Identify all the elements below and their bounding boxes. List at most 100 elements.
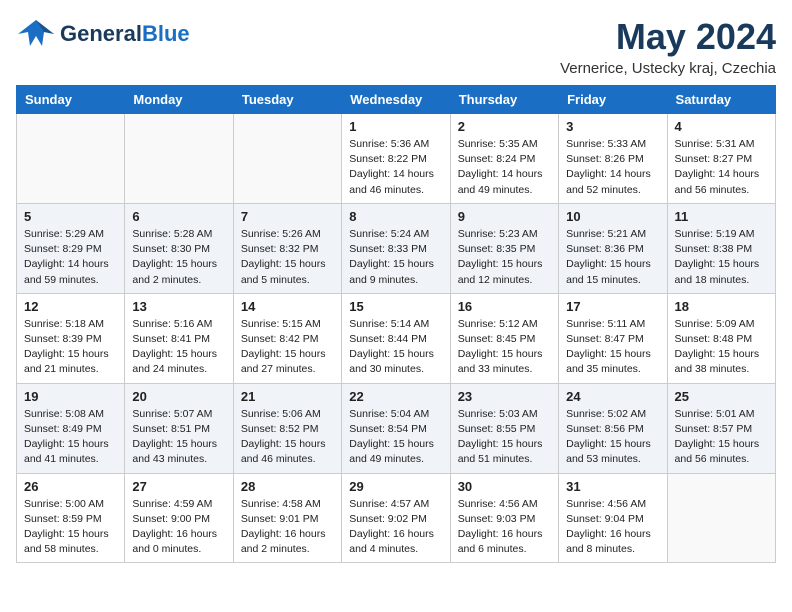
day-number: 2 — [458, 119, 551, 134]
calendar-cell: 21 Sunrise: 5:06 AM Sunset: 8:52 PM Dayli… — [233, 383, 341, 473]
day-info: Sunrise: 5:35 AM Sunset: 8:24 PM Dayligh… — [458, 137, 551, 198]
calendar-cell: 11Sunrise: 5:19 AM Sunset: 8:38 PM Dayli… — [667, 203, 775, 293]
day-info: Sunrise: 5:19 AM Sunset: 8:38 PM Dayligh… — [675, 227, 768, 288]
day-info: Sunrise: 5:06 AM Sunset: 8:52 PM Dayligh… — [241, 407, 334, 468]
calendar-cell — [233, 114, 341, 204]
day-number: 21 — [241, 389, 334, 404]
logo-bird-icon — [16, 16, 56, 52]
day-info: Sunrise: 5:15 AM Sunset: 8:42 PM Dayligh… — [241, 317, 334, 378]
day-info: Sunrise: 5:14 AM Sunset: 8:44 PM Dayligh… — [349, 317, 442, 378]
calendar-cell: 7 Sunrise: 5:26 AM Sunset: 8:32 PM Daylig… — [233, 203, 341, 293]
day-info: Sunrise: 5:12 AM Sunset: 8:45 PM Dayligh… — [458, 317, 551, 378]
day-number: 22 — [349, 389, 442, 404]
day-number: 29 — [349, 479, 442, 494]
day-number: 14 — [241, 299, 334, 314]
day-info: Sunrise: 4:56 AM Sunset: 9:03 PM Dayligh… — [458, 497, 551, 558]
day-number: 23 — [458, 389, 551, 404]
day-info: Sunrise: 5:18 AM Sunset: 8:39 PM Dayligh… — [24, 317, 117, 378]
calendar-week-row: 19 Sunrise: 5:08 AM Sunset: 8:49 PM Dayli… — [17, 383, 776, 473]
day-info: Sunrise: 5:07 AM Sunset: 8:51 PM Dayligh… — [132, 407, 225, 468]
calendar-cell: 14 Sunrise: 5:15 AM Sunset: 8:42 PM Dayli… — [233, 293, 341, 383]
day-number: 9 — [458, 209, 551, 224]
calendar-week-row: 1 Sunrise: 5:36 AM Sunset: 8:22 PM Daylig… — [17, 114, 776, 204]
day-number: 24 — [566, 389, 659, 404]
day-info: Sunrise: 5:31 AM Sunset: 8:27 PM Dayligh… — [675, 137, 768, 198]
day-number: 5 — [24, 209, 117, 224]
day-number: 3 — [566, 119, 659, 134]
calendar-cell: 8 Sunrise: 5:24 AM Sunset: 8:33 PM Daylig… — [342, 203, 450, 293]
day-number: 13 — [132, 299, 225, 314]
day-info: Sunrise: 5:21 AM Sunset: 8:36 PM Dayligh… — [566, 227, 659, 288]
logo-general-text: General — [60, 21, 142, 47]
calendar-cell: 2 Sunrise: 5:35 AM Sunset: 8:24 PM Daylig… — [450, 114, 558, 204]
calendar-cell: 23 Sunrise: 5:03 AM Sunset: 8:55 PM Dayli… — [450, 383, 558, 473]
day-number: 4 — [675, 119, 768, 134]
logo: General Blue — [16, 16, 190, 52]
calendar-cell — [125, 114, 233, 204]
calendar-cell — [667, 473, 775, 563]
day-info: Sunrise: 5:11 AM Sunset: 8:47 PM Dayligh… — [566, 317, 659, 378]
calendar-cell — [17, 114, 125, 204]
day-info: Sunrise: 5:24 AM Sunset: 8:33 PM Dayligh… — [349, 227, 442, 288]
day-number: 25 — [675, 389, 768, 404]
calendar-cell: 13Sunrise: 5:16 AM Sunset: 8:41 PM Dayli… — [125, 293, 233, 383]
day-number: 7 — [241, 209, 334, 224]
day-info: Sunrise: 5:09 AM Sunset: 8:48 PM Dayligh… — [675, 317, 768, 378]
day-info: Sunrise: 5:29 AM Sunset: 8:29 PM Dayligh… — [24, 227, 117, 288]
day-number: 16 — [458, 299, 551, 314]
weekday-header-saturday: Saturday — [667, 86, 775, 114]
location-text: Vernerice, Ustecky kraj, Czechia — [560, 60, 776, 77]
calendar-cell: 16 Sunrise: 5:12 AM Sunset: 8:45 PM Dayli… — [450, 293, 558, 383]
calendar-cell: 24 Sunrise: 5:02 AM Sunset: 8:56 PM Dayli… — [559, 383, 667, 473]
calendar-cell: 3 Sunrise: 5:33 AM Sunset: 8:26 PM Daylig… — [559, 114, 667, 204]
day-number: 17 — [566, 299, 659, 314]
logo-blue-text: Blue — [142, 21, 190, 47]
calendar-cell: 17 Sunrise: 5:11 AM Sunset: 8:47 PM Dayli… — [559, 293, 667, 383]
day-number: 26 — [24, 479, 117, 494]
calendar-table: SundayMondayTuesdayWednesdayThursdayFrid… — [16, 85, 776, 563]
day-number: 15 — [349, 299, 442, 314]
calendar-cell: 28 Sunrise: 4:58 AM Sunset: 9:01 PM Dayli… — [233, 473, 341, 563]
month-title: May 2024 — [560, 16, 776, 58]
calendar-week-row: 5 Sunrise: 5:29 AM Sunset: 8:29 PM Daylig… — [17, 203, 776, 293]
calendar-cell: 22Sunrise: 5:04 AM Sunset: 8:54 PM Dayli… — [342, 383, 450, 473]
day-number: 12 — [24, 299, 117, 314]
calendar-cell: 25 Sunrise: 5:01 AM Sunset: 8:57 PM Dayli… — [667, 383, 775, 473]
day-number: 27 — [132, 479, 225, 494]
day-number: 1 — [349, 119, 442, 134]
day-number: 10 — [566, 209, 659, 224]
calendar-cell: 19 Sunrise: 5:08 AM Sunset: 8:49 PM Dayli… — [17, 383, 125, 473]
day-number: 19 — [24, 389, 117, 404]
day-info: Sunrise: 5:01 AM Sunset: 8:57 PM Dayligh… — [675, 407, 768, 468]
day-info: Sunrise: 5:28 AM Sunset: 8:30 PM Dayligh… — [132, 227, 225, 288]
calendar-week-row: 26Sunrise: 5:00 AM Sunset: 8:59 PM Dayli… — [17, 473, 776, 563]
day-number: 28 — [241, 479, 334, 494]
day-info: Sunrise: 5:33 AM Sunset: 8:26 PM Dayligh… — [566, 137, 659, 198]
calendar-cell: 9Sunrise: 5:23 AM Sunset: 8:35 PM Daylig… — [450, 203, 558, 293]
calendar-cell: 12 Sunrise: 5:18 AM Sunset: 8:39 PM Dayli… — [17, 293, 125, 383]
weekday-header-friday: Friday — [559, 86, 667, 114]
calendar-cell: 30 Sunrise: 4:56 AM Sunset: 9:03 PM Dayli… — [450, 473, 558, 563]
day-info: Sunrise: 5:26 AM Sunset: 8:32 PM Dayligh… — [241, 227, 334, 288]
calendar-week-row: 12 Sunrise: 5:18 AM Sunset: 8:39 PM Dayli… — [17, 293, 776, 383]
day-info: Sunrise: 5:36 AM Sunset: 8:22 PM Dayligh… — [349, 137, 442, 198]
day-info: Sunrise: 5:03 AM Sunset: 8:55 PM Dayligh… — [458, 407, 551, 468]
day-info: Sunrise: 5:02 AM Sunset: 8:56 PM Dayligh… — [566, 407, 659, 468]
day-info: Sunrise: 4:56 AM Sunset: 9:04 PM Dayligh… — [566, 497, 659, 558]
weekday-header-thursday: Thursday — [450, 86, 558, 114]
day-number: 6 — [132, 209, 225, 224]
calendar-cell: 31Sunrise: 4:56 AM Sunset: 9:04 PM Dayli… — [559, 473, 667, 563]
calendar-cell: 18Sunrise: 5:09 AM Sunset: 8:48 PM Dayli… — [667, 293, 775, 383]
calendar-cell: 20Sunrise: 5:07 AM Sunset: 8:51 PM Dayli… — [125, 383, 233, 473]
calendar-cell: 29 Sunrise: 4:57 AM Sunset: 9:02 PM Dayli… — [342, 473, 450, 563]
page-header: General Blue May 2024 Vernerice, Ustecky… — [16, 16, 776, 77]
day-number: 30 — [458, 479, 551, 494]
day-info: Sunrise: 5:08 AM Sunset: 8:49 PM Dayligh… — [24, 407, 117, 468]
day-number: 8 — [349, 209, 442, 224]
calendar-cell: 15 Sunrise: 5:14 AM Sunset: 8:44 PM Dayli… — [342, 293, 450, 383]
day-info: Sunrise: 4:57 AM Sunset: 9:02 PM Dayligh… — [349, 497, 442, 558]
day-info: Sunrise: 4:58 AM Sunset: 9:01 PM Dayligh… — [241, 497, 334, 558]
calendar-cell: 10 Sunrise: 5:21 AM Sunset: 8:36 PM Dayli… — [559, 203, 667, 293]
calendar-cell: 26Sunrise: 5:00 AM Sunset: 8:59 PM Dayli… — [17, 473, 125, 563]
calendar-cell: 27Sunrise: 4:59 AM Sunset: 9:00 PM Dayli… — [125, 473, 233, 563]
